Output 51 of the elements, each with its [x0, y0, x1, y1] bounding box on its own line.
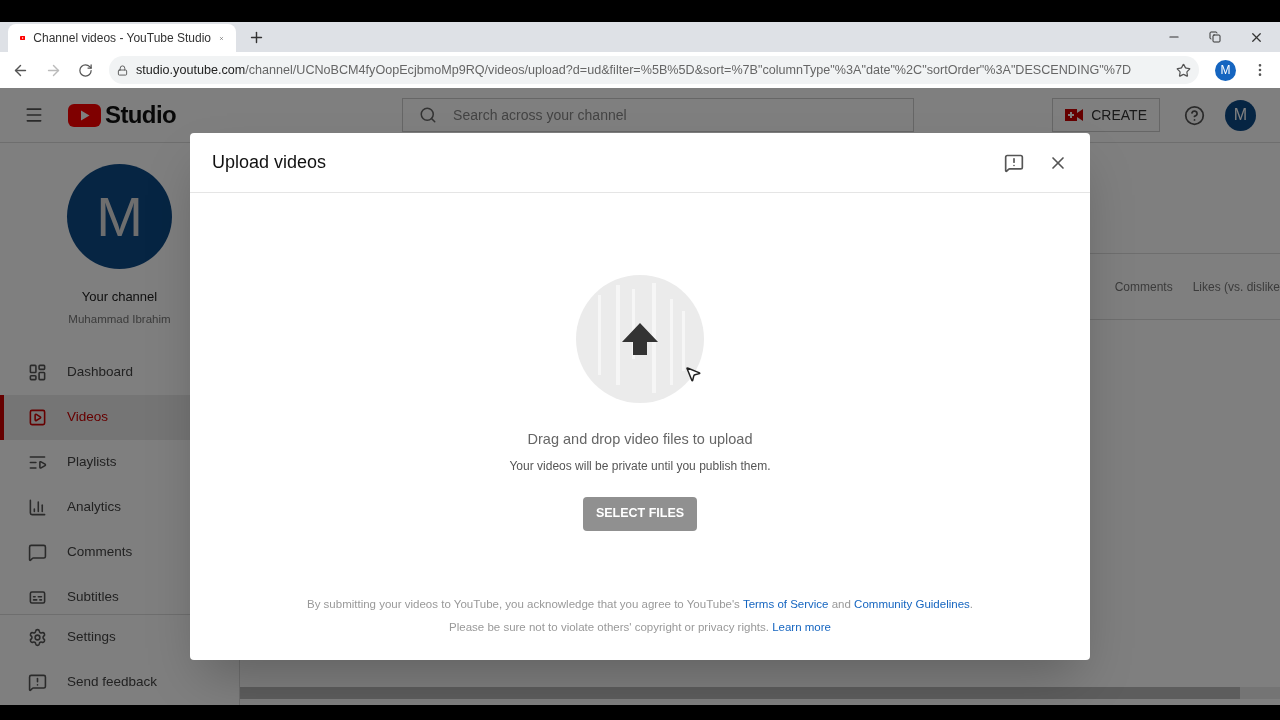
sidebar-item[interactable]: Comments — [0, 530, 239, 575]
sidebar-item[interactable]: Dashboard — [0, 350, 239, 395]
drop-title: Drag and drop video files to upload — [527, 430, 753, 449]
column-header[interactable]: Comments — [1114, 277, 1173, 296]
legal-text: By submitting your videos to YouTube, you acknowledge that you agree to YouTube's Terms of Service and Community Guidelines. — [307, 596, 973, 612]
search-icon — [419, 106, 438, 125]
legal-link[interactable]: Learn more — [772, 621, 831, 633]
sidebar-item[interactable]: Playlists — [0, 440, 239, 485]
cursor-icon — [684, 365, 702, 383]
new-tab-icon[interactable] — [248, 29, 265, 46]
browser-tab[interactable]: Channel videos - YouTube Studio — [8, 24, 236, 52]
sidebar-icon — [28, 363, 47, 382]
url-text: studio.youtube.com/channel/UCNoBCM4fyOopEcjbmoMp9RQ/videos/upload?d=ud&filter=%5B%5D&sort=%7B"columnType"%3A"date"%2C"sortOrder"%3A"DESCENDING"%7D — [136, 61, 1132, 79]
select-files-button[interactable]: SELECT FILES — [583, 496, 697, 531]
legal-text: Please be sure not to violate others' copyright or privacy rights. Learn more — [449, 620, 831, 635]
sidebar-icon — [28, 628, 47, 647]
youtube-logo-icon — [68, 103, 101, 127]
sidebar-icon — [28, 673, 47, 692]
sidebar-icon — [28, 588, 47, 607]
restore-icon[interactable] — [1209, 31, 1221, 43]
channel-name: Muhammad Ibrahim — [68, 311, 171, 327]
sidebar-icon — [28, 408, 47, 427]
studio-logo-text: Studio — [105, 100, 177, 131]
upload-icon[interactable] — [576, 275, 704, 403]
help-icon[interactable] — [1184, 104, 1205, 126]
lock-icon — [117, 64, 128, 76]
sidebar-item[interactable]: Send feedback — [0, 660, 239, 705]
horizontal-scrollbar[interactable] — [240, 687, 1280, 699]
column-header[interactable]: Likes (vs. dislike — [1192, 277, 1280, 296]
sidebar-icon — [28, 543, 47, 562]
channel-label: Your channel — [81, 288, 158, 307]
feedback-icon[interactable] — [1004, 152, 1024, 173]
youtube-logo-icon — [20, 33, 26, 43]
legal-link[interactable]: Terms of Service — [742, 597, 829, 610]
address-bar[interactable]: studio.youtube.com/channel/UCNoBCM4fyOopEcjbmoMp9RQ/videos/upload?d=ud&filter=%5B%5D&sort=%7B"columnType"%3A"date"%2C"sortOrder"%3A"DESCENDING"%7D — [109, 56, 1199, 84]
video-camera-plus-icon — [1065, 109, 1084, 122]
create-button[interactable]: CREATE — [1052, 98, 1160, 133]
profile-avatar[interactable]: M — [1215, 59, 1236, 81]
reload-icon[interactable] — [78, 62, 93, 78]
drop-subtitle: Your videos will be private until you publish them. — [509, 457, 771, 475]
sidebar-icon — [28, 498, 47, 517]
sidebar-icon — [28, 453, 47, 472]
legal-link[interactable]: Community Guidelines — [854, 597, 970, 610]
tab-title: Channel videos - YouTube Studio — [33, 30, 212, 47]
search-field[interactable]: Search across your channel — [402, 98, 915, 133]
account-avatar[interactable]: M — [1225, 99, 1256, 131]
search-placeholder: Search across your channel — [453, 105, 627, 125]
dialog-title: Upload videos — [212, 151, 328, 174]
bookmark-star-icon[interactable] — [1176, 62, 1191, 78]
channel-avatar[interactable]: M — [67, 164, 172, 270]
sidebar-item[interactable]: Analytics — [0, 485, 239, 530]
